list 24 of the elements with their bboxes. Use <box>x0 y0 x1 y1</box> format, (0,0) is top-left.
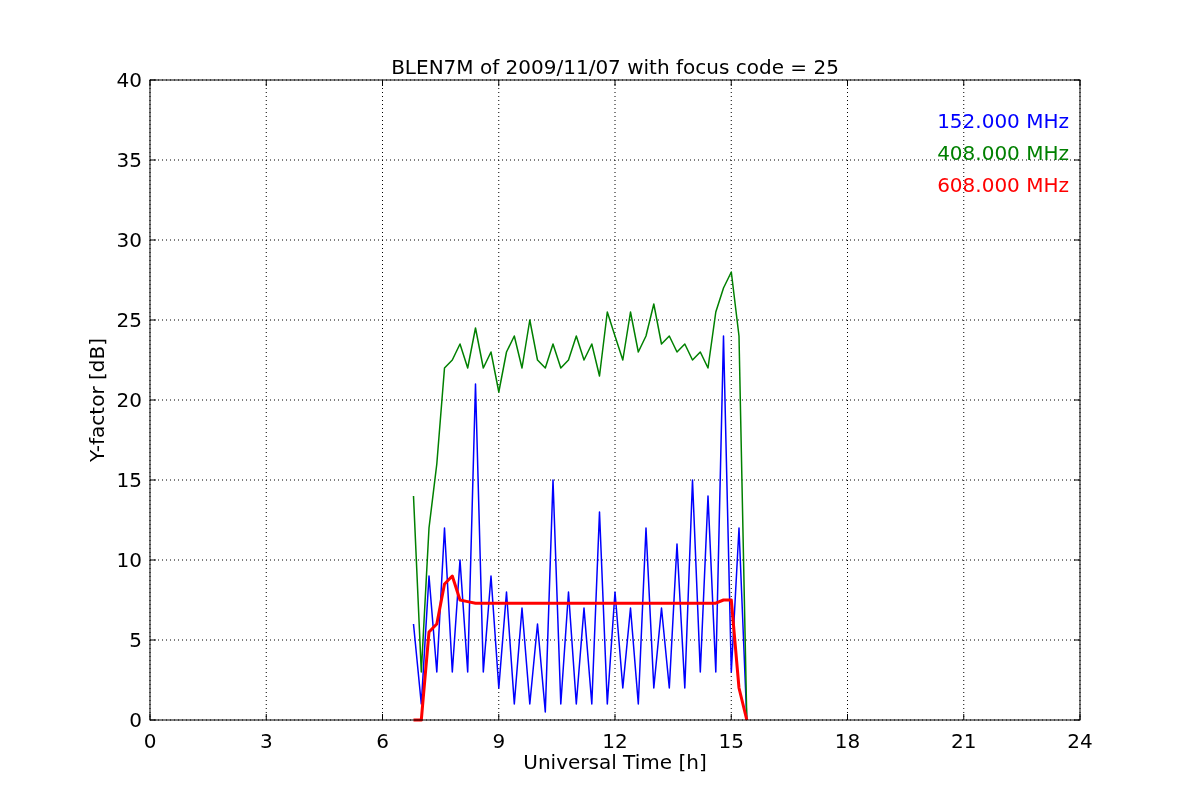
x-tick-label: 3 <box>259 729 273 753</box>
y-tick-label: 25 <box>116 308 142 332</box>
x-tick-label: 15 <box>718 729 744 753</box>
y-tick-label: 10 <box>116 548 142 572</box>
x-tick-label: 6 <box>376 729 389 753</box>
x-tick-label: 18 <box>834 729 861 753</box>
chart-title: BLEN7M of 2009/11/07 with focus code = 25 <box>391 55 839 79</box>
y-tick-label: 5 <box>129 628 142 652</box>
x-tick-label: 9 <box>492 729 506 753</box>
legend-label: 408.000 MHz <box>937 141 1069 165</box>
y-tick-label: 40 <box>116 68 142 92</box>
legend-label: 152.000 MHz <box>937 109 1069 133</box>
x-axis-label: Universal Time [h] <box>523 750 707 774</box>
x-tick-label: 0 <box>143 729 157 753</box>
y-tick-label: 15 <box>116 468 142 492</box>
x-tick-label: 21 <box>951 729 977 753</box>
y-tick-label: 0 <box>129 708 142 732</box>
y-tick-label: 30 <box>116 228 142 252</box>
y-axis-label: Y-factor [dB] <box>85 338 109 462</box>
y-tick-label: 35 <box>116 148 142 172</box>
legend-label: 608.000 MHz <box>937 173 1069 197</box>
x-tick-label: 24 <box>1067 729 1093 753</box>
y-tick-label: 20 <box>116 388 142 412</box>
x-tick-label: 12 <box>602 729 628 753</box>
